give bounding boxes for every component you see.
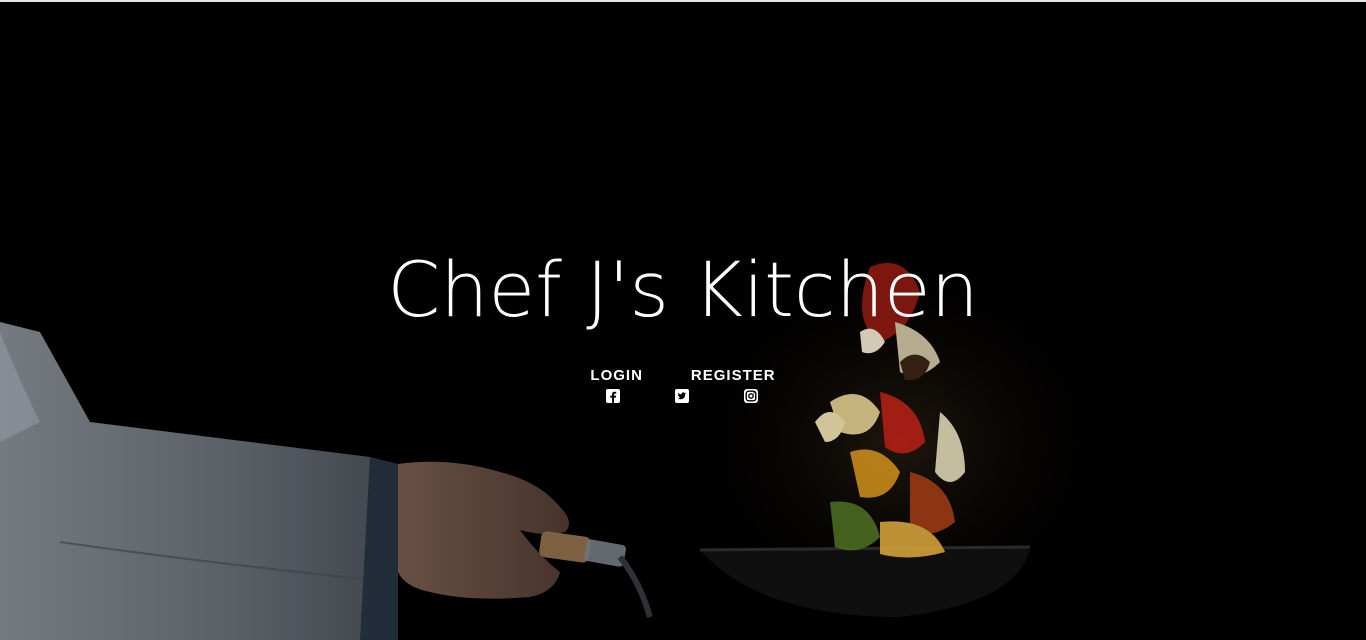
instagram-icon[interactable] [744, 389, 758, 403]
auth-nav: LOGIN REGISTER [0, 367, 1366, 384]
facebook-icon[interactable] [606, 389, 620, 403]
login-link[interactable]: LOGIN [590, 367, 643, 384]
register-link[interactable]: REGISTER [691, 367, 776, 384]
page-title: Chef J's Kitchen [387, 245, 979, 334]
social-links [0, 389, 1366, 405]
hero-section: Chef J's Kitchen LOGIN REGISTER [0, 2, 1366, 640]
twitter-icon[interactable] [675, 389, 689, 403]
